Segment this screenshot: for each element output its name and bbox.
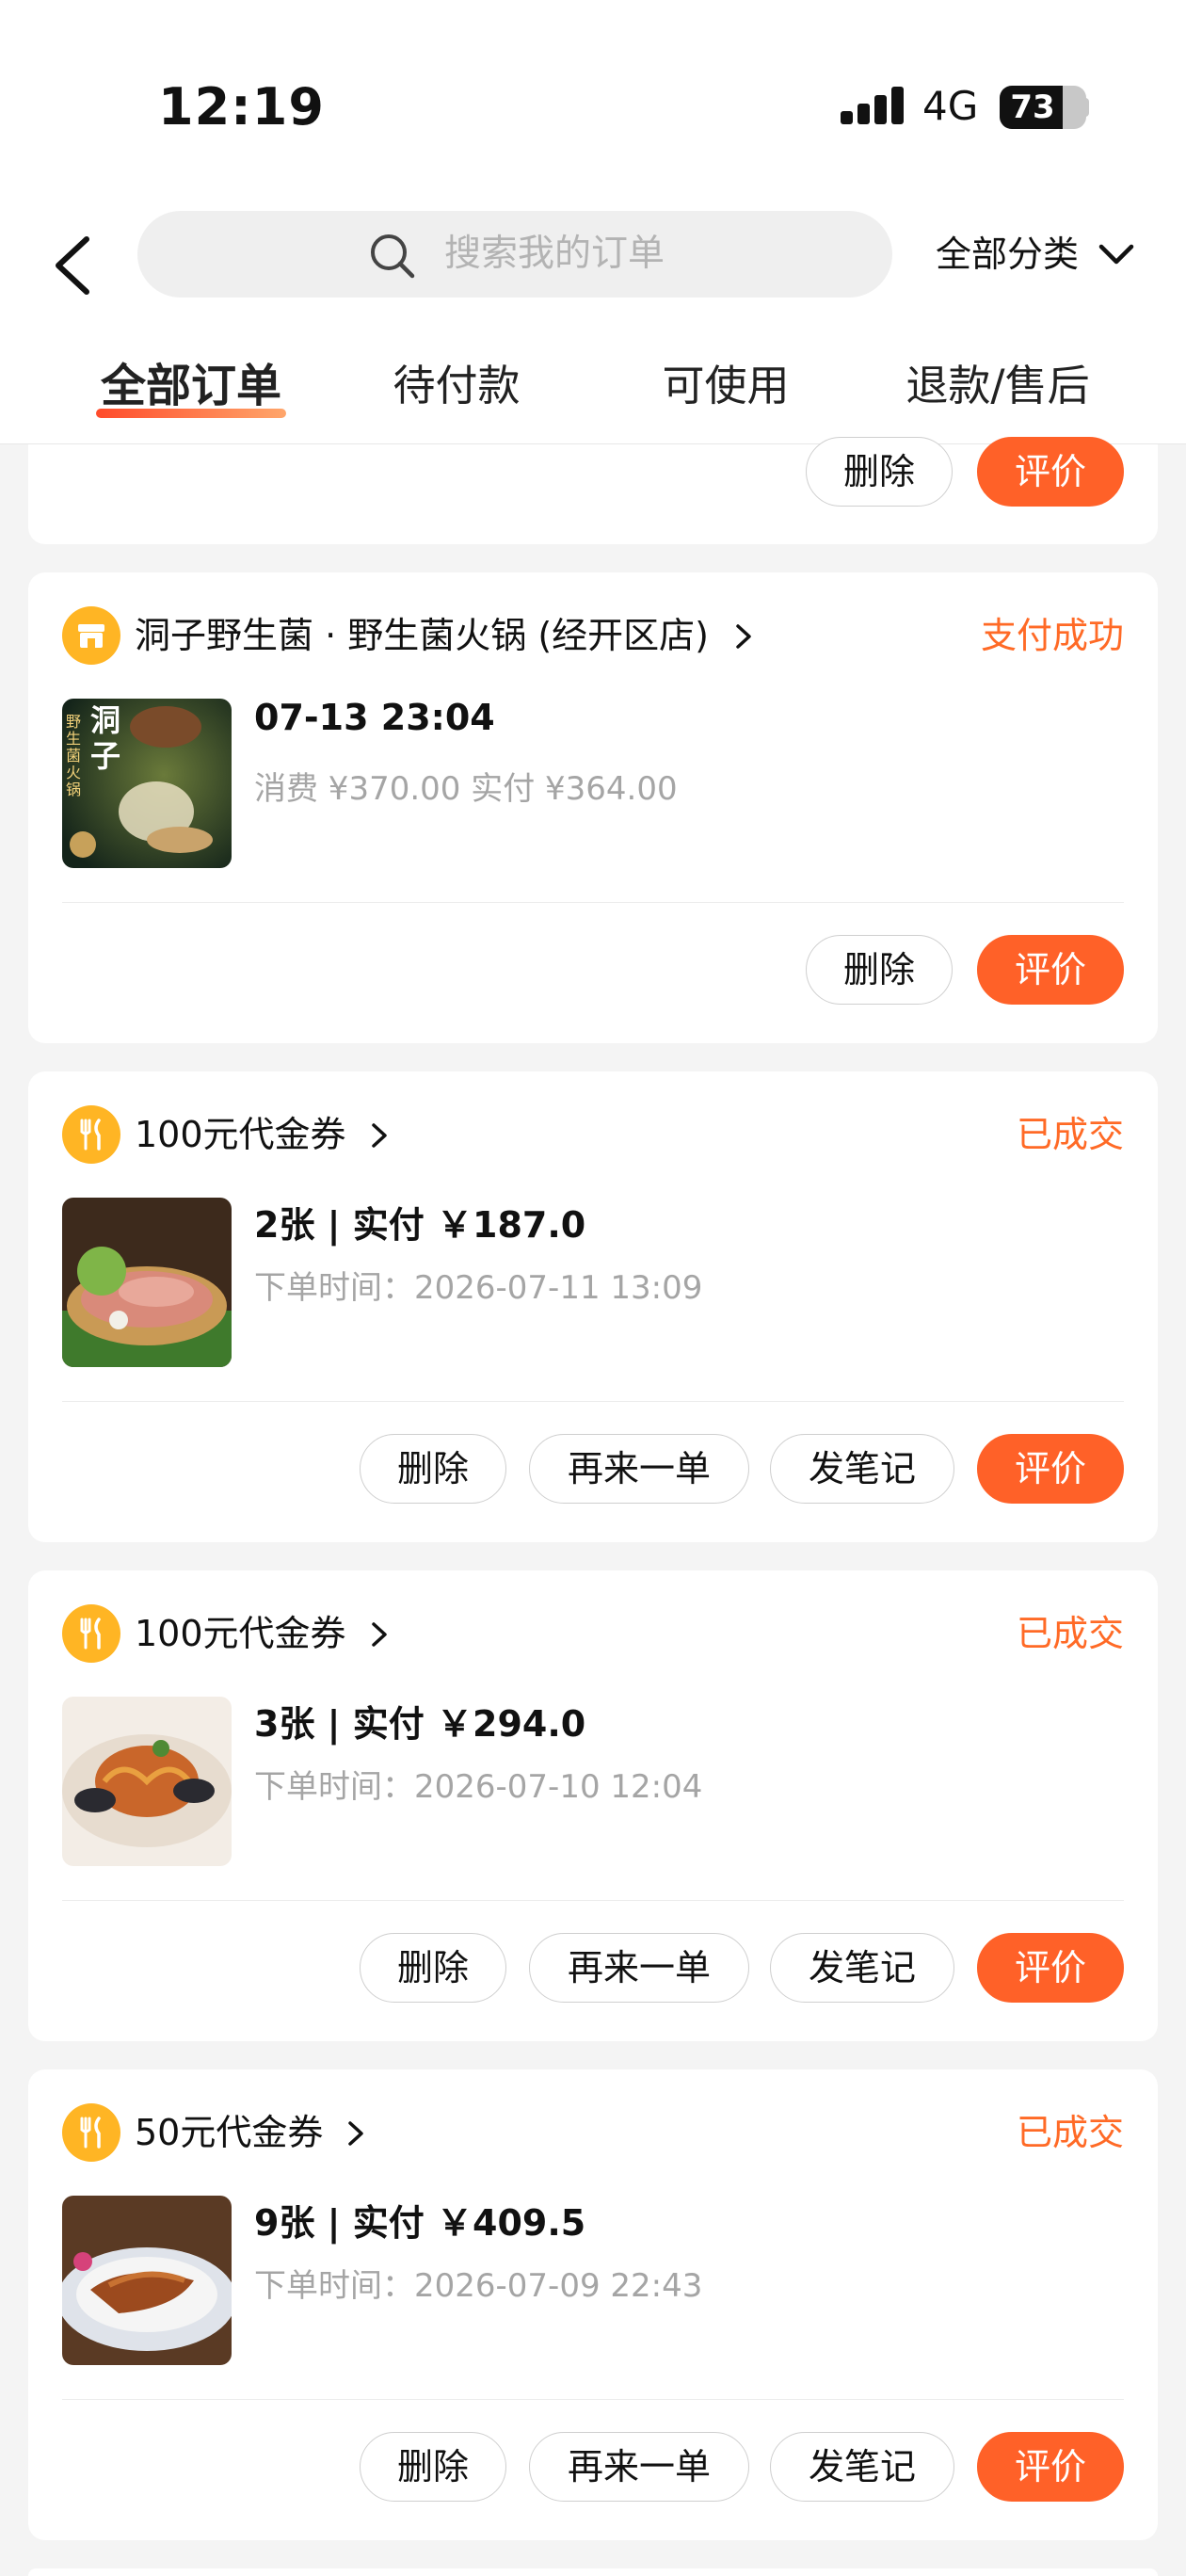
chevron-right-icon [371, 1123, 387, 1148]
chevron-right-icon [348, 2121, 364, 2146]
order-tabs: 全部订单 待付款 可使用 退款/售后 [0, 339, 1186, 443]
battery-cap [1082, 98, 1089, 117]
battery-percent: 73 [1010, 89, 1055, 126]
utensils-icon [62, 2103, 120, 2162]
order-card-header[interactable]: 洞子野生菌 · 野生菌火锅 (经开区店) 支付成功 [62, 606, 1124, 665]
delete-button[interactable]: 删除 [806, 935, 953, 1005]
order-card[interactable]: 100元代金券 已成交 2张 | 实付 ￥187.0 下单时间：2026-07-… [28, 1071, 1158, 1542]
reorder-button[interactable]: 再来一单 [529, 1434, 749, 1504]
signal-icon [841, 87, 905, 124]
utensils-icon [62, 1105, 120, 1164]
utensils-icon [62, 1604, 120, 1663]
review-button[interactable]: 评价 [977, 1434, 1124, 1504]
search-icon [371, 234, 415, 279]
tab-usable[interactable]: 可使用 [655, 339, 796, 443]
post-note-button[interactable]: 发笔记 [770, 2432, 954, 2502]
shop-name[interactable]: 100元代金券 [135, 1105, 392, 1164]
divider [62, 2399, 1124, 2400]
delete-button[interactable]: 删除 [360, 1434, 506, 1504]
order-status: 已成交 [1016, 2112, 1124, 2153]
thumb-caption: 野生菌火锅 [66, 713, 82, 798]
order-summary: 3张 | 实付 ￥294.0 [254, 1703, 586, 1745]
chevron-right-icon [371, 1622, 387, 1647]
order-card[interactable]: 50元代金券 已成交 9张 | 实付 ￥409.5 下单时间：2026-07-0… [28, 2069, 1158, 2540]
order-thumbnail[interactable] [62, 1198, 232, 1367]
reorder-button[interactable]: 再来一单 [529, 1933, 749, 2003]
status-time: 12:19 [158, 77, 325, 137]
chevron-down-icon [1098, 244, 1134, 265]
order-card-header[interactable]: 100元代金券 已成交 [62, 1105, 1124, 1164]
chevron-right-icon [736, 624, 751, 649]
review-button[interactable]: 评价 [977, 437, 1124, 507]
divider [62, 1401, 1124, 1402]
order-thumbnail[interactable] [62, 1697, 232, 1866]
order-card-partial: 删除 评价 [28, 437, 1158, 544]
tab-label: 可使用 [662, 361, 790, 411]
status-bar: 12:19 4G 73 [0, 0, 1186, 198]
divider [62, 902, 1124, 903]
order-datetime: 07-13 23:04 [254, 697, 495, 738]
delete-button[interactable]: 删除 [806, 437, 953, 507]
order-status: 已成交 [1016, 1114, 1124, 1155]
network-type: 4G [922, 83, 979, 129]
review-button[interactable]: 评价 [977, 1933, 1124, 2003]
order-time: 下单时间：2026-07-11 13:09 [254, 1269, 703, 1307]
post-note-button[interactable]: 发笔记 [770, 1933, 954, 2003]
review-button[interactable]: 评价 [977, 2432, 1124, 2502]
shop-name[interactable]: 50元代金券 [135, 2103, 368, 2162]
order-amount: 消费 ¥370.00 实付 ¥364.00 [254, 770, 678, 808]
tab-label: 全部订单 [100, 360, 281, 412]
order-thumbnail[interactable] [62, 2196, 232, 2365]
order-status: 已成交 [1016, 1613, 1124, 1654]
shop-name[interactable]: 100元代金券 [135, 1604, 392, 1663]
order-time: 下单时间：2026-07-10 12:04 [254, 1768, 703, 1806]
search-input[interactable]: 搜索我的订单 [137, 211, 892, 298]
order-card[interactable]: 洞子野生菌 · 野生菌火锅 (经开区店) 支付成功 洞子 野生菌火锅 07-13… [28, 572, 1158, 1043]
order-card-partial [28, 2568, 1158, 2576]
order-summary: 2张 | 实付 ￥187.0 [254, 1204, 586, 1246]
battery-icon: 73 [1000, 86, 1086, 129]
tab-label: 待付款 [393, 361, 521, 411]
tab-pending-payment[interactable]: 待付款 [386, 339, 527, 443]
header: 搜索我的订单 全部分类 全部订单 待付款 可使用 退款/售后 [0, 198, 1186, 444]
order-card[interactable]: 100元代金券 已成交 3张 | 实付 ￥294.0 下单时间：2026-07-… [28, 1570, 1158, 2041]
category-dropdown[interactable]: 全部分类 [936, 211, 1134, 298]
review-button[interactable]: 评价 [977, 935, 1124, 1005]
reorder-button[interactable]: 再来一单 [529, 2432, 749, 2502]
tab-all-orders[interactable]: 全部订单 [94, 339, 288, 443]
order-status: 支付成功 [980, 615, 1124, 656]
order-time: 下单时间：2026-07-09 22:43 [254, 2267, 703, 2305]
category-label: 全部分类 [936, 233, 1080, 275]
order-card-header[interactable]: 100元代金券 已成交 [62, 1604, 1124, 1663]
delete-button[interactable]: 删除 [360, 2432, 506, 2502]
store-icon [62, 606, 120, 665]
order-summary: 9张 | 实付 ￥409.5 [254, 2202, 586, 2244]
divider [62, 1900, 1124, 1901]
shop-name[interactable]: 洞子野生菌 · 野生菌火锅 (经开区店) [135, 606, 756, 665]
order-card-header[interactable]: 50元代金券 已成交 [62, 2103, 1124, 2162]
post-note-button[interactable]: 发笔记 [770, 1434, 954, 1504]
order-thumbnail[interactable]: 洞子 野生菌火锅 [62, 699, 232, 868]
thumb-logo: 洞子 [90, 702, 121, 774]
search-placeholder: 搜索我的订单 [444, 233, 665, 275]
tab-label: 退款/售后 [906, 361, 1090, 411]
tab-refund[interactable]: 退款/售后 [894, 339, 1101, 443]
delete-button[interactable]: 删除 [360, 1933, 506, 2003]
back-button[interactable] [45, 226, 102, 305]
chevron-left-icon [56, 236, 89, 295]
